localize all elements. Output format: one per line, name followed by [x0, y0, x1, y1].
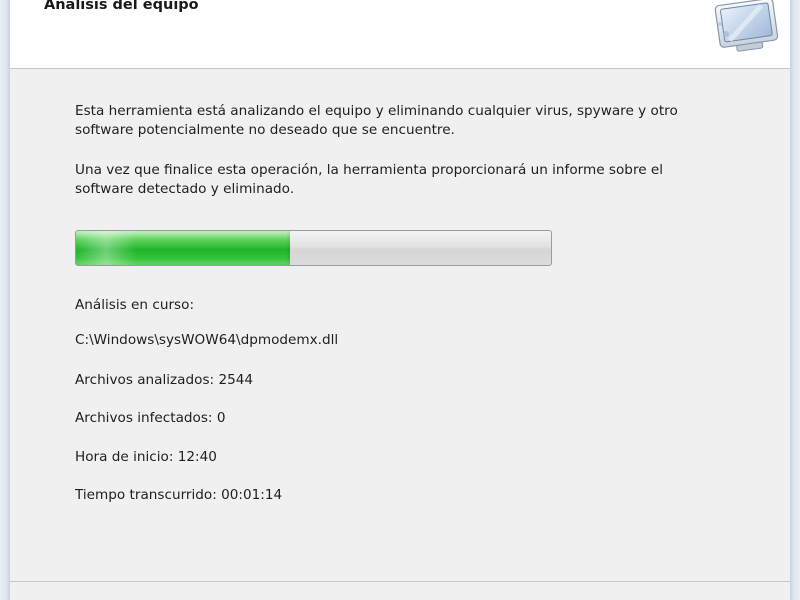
start-time: Hora de inicio: 12:40 — [75, 449, 217, 465]
files-infected-count: Archivos infectados: 0 — [75, 410, 226, 426]
elapsed-time: Tiempo transcurrido: 00:01:14 — [75, 487, 283, 503]
dialog-content: Esta herramienta está analizando el equi… — [10, 69, 790, 582]
scanning-label: Análisis en curso: — [75, 297, 195, 313]
files-scanned-count: Archivos analizados: 2544 — [75, 372, 254, 388]
scan-progress-fill — [76, 231, 290, 265]
dialog-header: Análisis del equipo — [10, 0, 790, 69]
description-scanning: Esta herramienta está analizando el equi… — [75, 103, 678, 138]
window-left-border — [0, 0, 10, 600]
dialog-footer — [10, 581, 790, 600]
current-file-path: C:\Windows\sysWOW64\dpmodemx.dll — [75, 332, 339, 348]
description-report: Una vez que finalice esta operación, la … — [75, 162, 664, 197]
scan-dialog: Análisis del equipo Esta herramienta est… — [0, 0, 800, 600]
computer-scan-icon — [708, 0, 784, 60]
page-title: Análisis del equipo — [44, 0, 199, 13]
window-right-border — [790, 0, 800, 600]
scan-progress-bar — [75, 230, 552, 266]
